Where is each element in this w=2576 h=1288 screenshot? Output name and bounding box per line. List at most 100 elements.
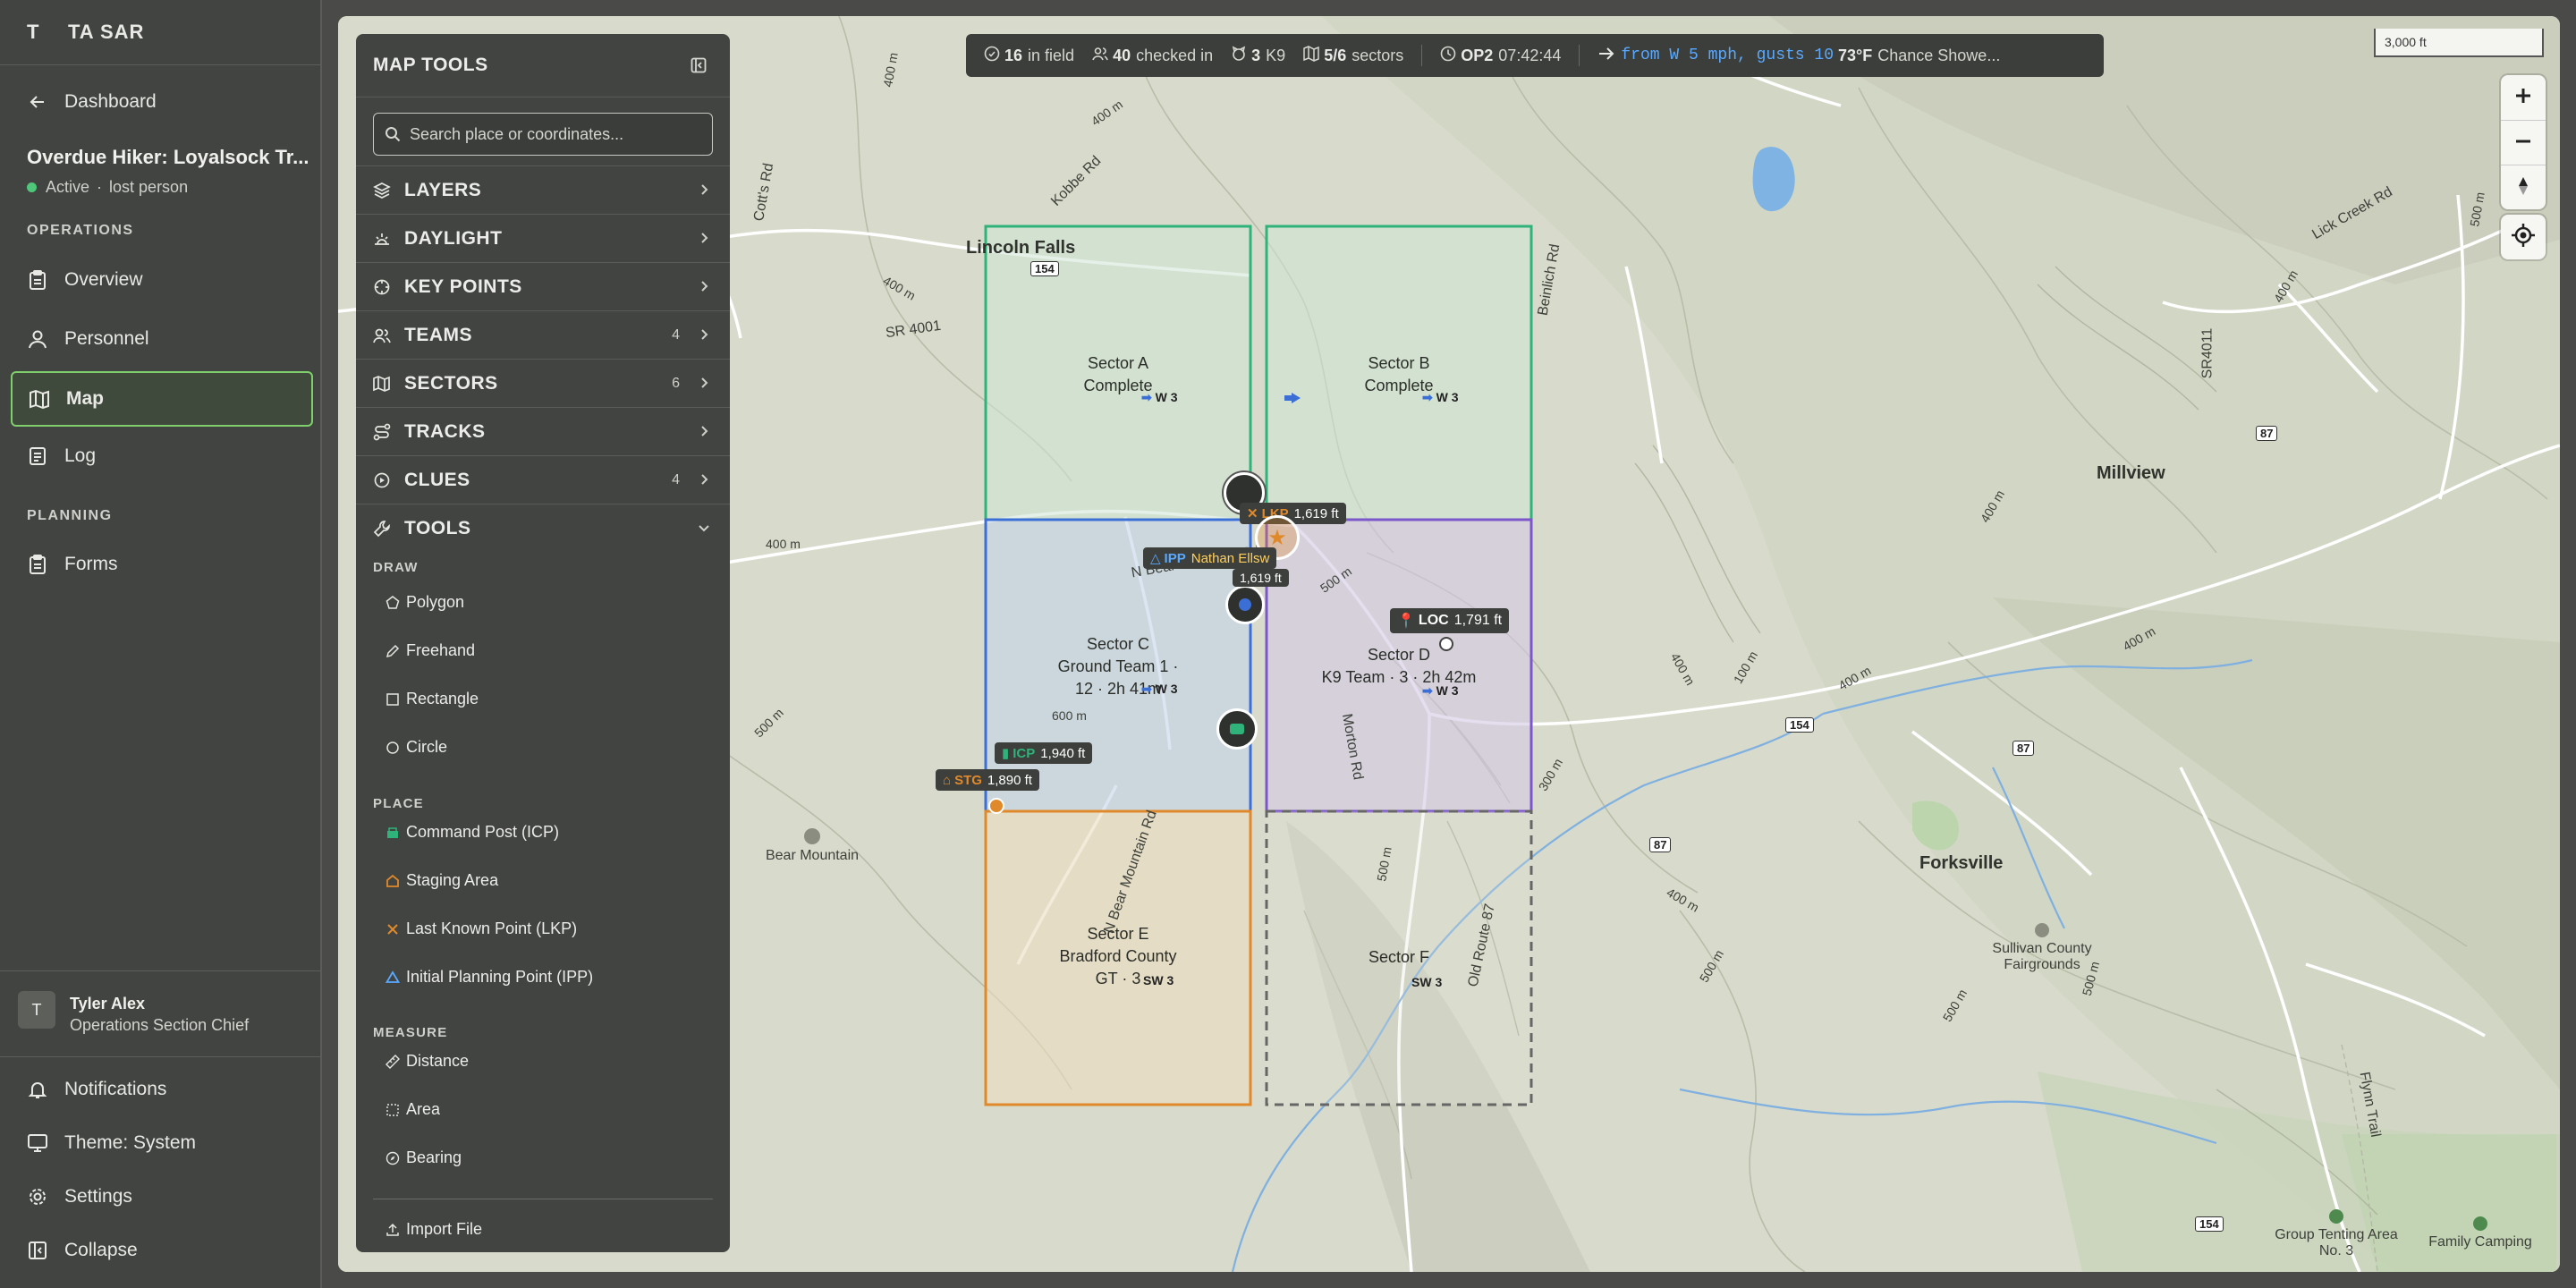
status-checked-in[interactable]: 40 checked in bbox=[1092, 46, 1213, 66]
nav-overview[interactable]: Overview bbox=[11, 254, 309, 306]
section-sectors[interactable]: SECTORS 6 bbox=[356, 359, 730, 408]
tool-polygon[interactable]: Polygon bbox=[385, 593, 464, 612]
wind-text: W 3 bbox=[1436, 390, 1459, 404]
import-label: Import File bbox=[406, 1220, 483, 1238]
poi-label: Group Tenting Area No. 3 bbox=[2275, 1227, 2398, 1258]
sector-f-label[interactable]: Sector F bbox=[1292, 946, 1506, 969]
section-daylight[interactable]: DAYLIGHT bbox=[356, 214, 730, 263]
incident-type: lost person bbox=[109, 178, 189, 196]
section-teams[interactable]: TEAMS 4 bbox=[356, 310, 730, 360]
status-k9[interactable]: 3 K9 bbox=[1231, 46, 1285, 66]
tool-circle[interactable]: Circle bbox=[385, 738, 447, 757]
search-box[interactable] bbox=[373, 113, 713, 156]
user-name: Tyler Alex bbox=[70, 995, 146, 1013]
loc-tag: LOC bbox=[1418, 613, 1449, 628]
import-file-button[interactable]: Import File bbox=[385, 1220, 482, 1239]
tool-command-post[interactable]: Command Post (ICP) bbox=[385, 823, 559, 842]
section-tracks[interactable]: TRACKS bbox=[356, 407, 730, 456]
section-tools[interactable]: TOOLS bbox=[356, 504, 730, 553]
stg-point[interactable] bbox=[988, 798, 1004, 814]
locate-button[interactable] bbox=[2501, 215, 2546, 259]
loc-elevation: 1,791 ft bbox=[1453, 613, 1503, 628]
tool-staging-area[interactable]: Staging Area bbox=[385, 871, 498, 890]
chevron-right-icon bbox=[699, 472, 710, 491]
tool-label: Rectangle bbox=[406, 690, 479, 708]
back-to-dashboard[interactable]: Dashboard bbox=[11, 76, 309, 128]
sector-b-wind: ➡ W 3 bbox=[1422, 390, 1459, 405]
team-marker-ground[interactable] bbox=[1216, 708, 1258, 750]
nav-settings[interactable]: Settings bbox=[11, 1171, 309, 1223]
status-in-field[interactable]: 16 in field bbox=[984, 46, 1074, 66]
section-layers[interactable]: LAYERS bbox=[356, 165, 730, 215]
nav-forms[interactable]: Forms bbox=[11, 538, 309, 590]
tool-freehand[interactable]: Freehand bbox=[385, 641, 475, 660]
team-marker-blue[interactable] bbox=[1225, 585, 1265, 624]
sector-e-label[interactable]: Sector E Bradford County GT · 3 bbox=[1011, 923, 1225, 990]
nav-theme[interactable]: Theme: System bbox=[11, 1117, 309, 1169]
command-post-icon: ▮ bbox=[1002, 746, 1010, 761]
checked-in-label: checked in bbox=[1136, 46, 1214, 64]
clock-icon bbox=[1440, 46, 1456, 66]
nav-log-label: Log bbox=[64, 445, 97, 466]
stg-marker-label[interactable]: ⌂ STG 1,890 ft bbox=[936, 769, 1039, 791]
loc-marker-label[interactable]: 📍 LOC 1,791 ft bbox=[1390, 608, 1510, 633]
user-card[interactable]: T Tyler Alex Operations Section Chief bbox=[0, 970, 320, 1057]
icp-marker-label[interactable]: ▮ ICP 1,940 ft bbox=[995, 742, 1093, 764]
incident-status: Active · lost person bbox=[27, 178, 188, 197]
zoom-in-button[interactable] bbox=[2501, 75, 2546, 120]
poi-label: Bear Mountain bbox=[765, 848, 860, 863]
sector-d-label[interactable]: Sector D K9 Team · 3 · 2h 42m bbox=[1292, 644, 1506, 689]
square-icon bbox=[385, 692, 401, 707]
section-key-points[interactable]: KEY POINTS bbox=[356, 262, 730, 311]
sector-status: Complete bbox=[1364, 377, 1434, 394]
section-clues[interactable]: CLUES 4 bbox=[356, 455, 730, 504]
tool-bearing[interactable]: Bearing bbox=[385, 1148, 462, 1167]
camping-icon bbox=[2473, 1216, 2487, 1231]
sector-name: Sector D bbox=[1367, 646, 1431, 664]
tool-label: Area bbox=[406, 1100, 441, 1118]
sunrise-icon bbox=[372, 230, 392, 248]
operations-section-label: OPERATIONS bbox=[27, 223, 134, 238]
place-forksville: Forksville bbox=[1919, 853, 2004, 873]
staging-icon bbox=[385, 874, 401, 888]
search-input[interactable] bbox=[408, 123, 698, 145]
status-separator: · bbox=[97, 178, 103, 196]
tool-area[interactable]: Area bbox=[385, 1100, 440, 1119]
sector-e-wind: SW 3 bbox=[1143, 973, 1174, 987]
sector-b-label[interactable]: Sector B Complete bbox=[1292, 352, 1506, 397]
sector-status: K9 Team · 3 · 2h 42m bbox=[1321, 668, 1477, 686]
chevron-right-icon bbox=[699, 376, 710, 394]
tool-lkp[interactable]: Last Known Point (LKP) bbox=[385, 919, 577, 938]
reset-north-button[interactable] bbox=[2501, 165, 2546, 210]
ipp-marker-label[interactable]: △ IPP Nathan Ellsw bbox=[1143, 547, 1277, 569]
sector-c-label[interactable]: Sector C Ground Team 1 · 12 · 2h 41m bbox=[1011, 633, 1225, 700]
nav-notifications[interactable]: Notifications bbox=[11, 1063, 309, 1115]
loc-point[interactable] bbox=[1439, 637, 1453, 651]
nav-collapse[interactable]: Collapse bbox=[11, 1224, 309, 1276]
settings-label: Settings bbox=[64, 1186, 132, 1207]
tool-ipp[interactable]: Initial Planning Point (IPP) bbox=[385, 968, 593, 987]
poi-label: Family Camping bbox=[2428, 1234, 2532, 1250]
panel-collapse-icon[interactable] bbox=[691, 57, 707, 78]
tool-distance[interactable]: Distance bbox=[385, 1052, 469, 1071]
x-icon: ✕ bbox=[1247, 506, 1258, 521]
lkp-elevation: 1,619 ft bbox=[1293, 505, 1339, 521]
target-icon bbox=[372, 278, 392, 296]
k9-label: K9 bbox=[1266, 46, 1286, 64]
sector-a-label[interactable]: Sector A Complete bbox=[1011, 352, 1225, 397]
status-weather[interactable]: from W 5 mph, gusts 10 73°F Chance Showe… bbox=[1597, 46, 2000, 66]
nav-log[interactable]: Log bbox=[11, 430, 309, 482]
route-shield: 154 bbox=[1785, 717, 1814, 733]
sidebar: T TA SAR Dashboard Overdue Hiker: Loyals… bbox=[0, 0, 322, 1288]
zoom-out-button[interactable] bbox=[2501, 120, 2546, 165]
status-sectors[interactable]: 5/6 sectors bbox=[1303, 45, 1404, 66]
nav-personnel[interactable]: Personnel bbox=[11, 313, 309, 365]
tool-label: Circle bbox=[406, 738, 448, 756]
status-op-clock[interactable]: OP2 07:42:44 bbox=[1440, 46, 1561, 66]
ipp-elevation-label: 1,619 ft bbox=[1233, 569, 1289, 587]
nav-map[interactable]: Map bbox=[11, 371, 313, 427]
tool-rectangle[interactable]: Rectangle bbox=[385, 690, 479, 708]
route-shield: 87 bbox=[2012, 741, 2035, 756]
temperature: 73°F bbox=[1838, 46, 1873, 64]
sectors-label: sectors bbox=[1352, 46, 1404, 64]
